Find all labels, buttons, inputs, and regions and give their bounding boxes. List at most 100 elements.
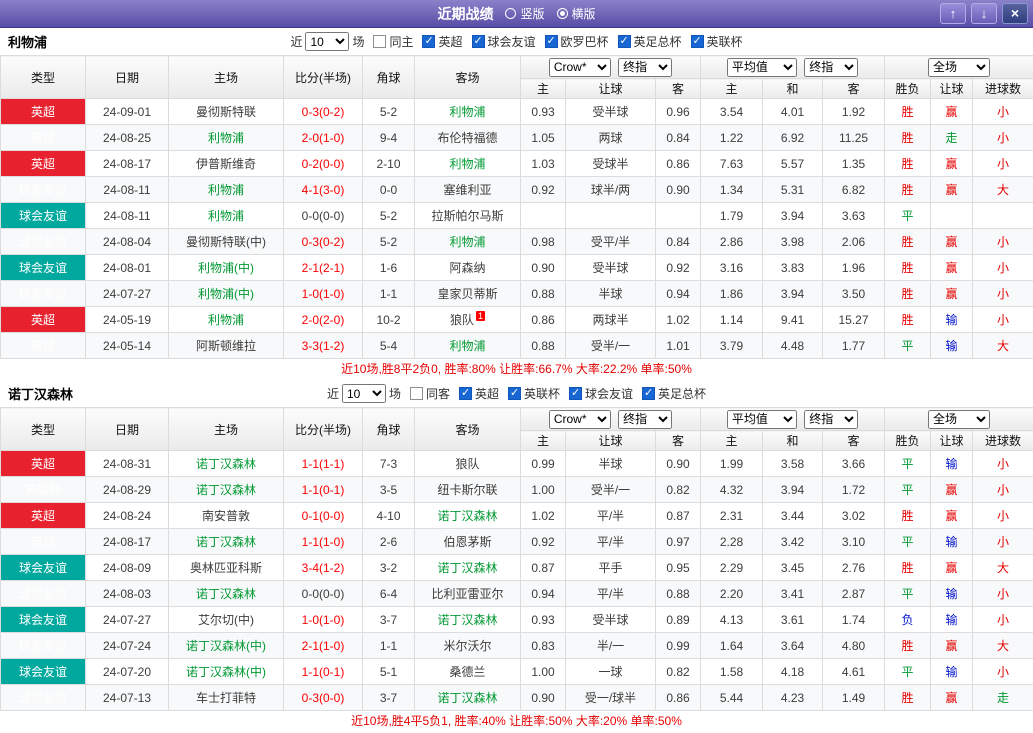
away-team[interactable]: 利物浦 <box>414 98 521 125</box>
asia-home-odds: 0.88 <box>520 332 566 359</box>
result-winlose: 胜 <box>884 502 932 529</box>
scope-select[interactable]: 全场 <box>928 57 991 77</box>
euro-stage-select[interactable]: 终指 <box>804 409 859 429</box>
league-badge: 英超 <box>0 306 86 333</box>
away-team[interactable]: 诺丁汉森林 <box>414 502 521 529</box>
euro-source-select[interactable]: 平均值 <box>726 57 797 77</box>
asia-home-odds: 0.93 <box>520 98 566 125</box>
result-winlose: 胜 <box>884 280 932 307</box>
corners: 3-5 <box>362 476 415 503</box>
col-header-asia-handicap: 让球 <box>565 78 656 99</box>
away-team[interactable]: 利物浦 <box>414 332 521 359</box>
match-row: 球会友谊 24-07-24 诺丁汉森林(中) 2-1(1-0) 1-1 米尔沃尔 0.83 半… <box>0 632 1033 659</box>
away-team[interactable]: 诺丁汉森林 <box>414 684 521 711</box>
home-team[interactable]: 利物浦(中) <box>168 254 284 281</box>
home-team[interactable]: 利物浦 <box>168 202 284 229</box>
away-team[interactable]: 桑德兰 <box>414 658 521 685</box>
match-count-select[interactable]: 10 <box>341 384 386 403</box>
euro-stage-select[interactable]: 终指 <box>804 57 859 77</box>
filter-checkbox[interactable]: 英联杯 <box>690 33 743 50</box>
filter-checkbox[interactable]: 球会友谊 <box>471 33 536 50</box>
away-team[interactable]: 伯恩茅斯 <box>414 528 521 555</box>
filter-checkbox[interactable]: 英超 <box>422 33 463 50</box>
home-team[interactable]: 诺丁汉森林 <box>168 580 284 607</box>
result-winlose: 平 <box>884 202 932 229</box>
asia-home-odds: 0.98 <box>520 228 566 255</box>
away-team[interactable]: 阿森纳 <box>414 254 521 281</box>
asia-home-odds: 1.00 <box>520 658 566 685</box>
home-team[interactable]: 奥林匹亚科斯 <box>168 554 284 581</box>
filter-checkbox[interactable]: 同客 <box>409 385 450 402</box>
asia-stage-select[interactable]: 终指 <box>618 57 673 77</box>
away-team[interactable]: 利物浦 <box>414 228 521 255</box>
filter-checkbox[interactable]: 英足总杯 <box>617 33 682 50</box>
home-team[interactable]: 诺丁汉森林(中) <box>168 632 284 659</box>
home-team[interactable]: 曼彻斯特联(中) <box>168 228 284 255</box>
away-team[interactable]: 皇家贝蒂斯 <box>414 280 521 307</box>
home-team[interactable]: 南安普敦 <box>168 502 284 529</box>
col-header-euro-home: 主 <box>700 78 763 99</box>
euro-draw-odds: 3.98 <box>762 228 823 255</box>
euro-home-odds: 7.63 <box>700 150 763 177</box>
match-date: 24-09-01 <box>85 98 169 125</box>
away-team[interactable]: 塞维利亚 <box>414 176 521 203</box>
away-team[interactable]: 狼队 1 <box>414 306 521 333</box>
home-team[interactable]: 诺丁汉森林(中) <box>168 658 284 685</box>
home-team[interactable]: 诺丁汉森林 <box>168 528 284 555</box>
layout-radio-horizontal[interactable]: 横版 <box>556 5 596 22</box>
col-header-result-winlose: 胜负 <box>884 430 932 451</box>
home-team[interactable]: 诺丁汉森林 <box>168 450 284 477</box>
scope-select[interactable]: 全场 <box>928 409 991 429</box>
filter-checkbox[interactable]: 英足总杯 <box>642 385 706 402</box>
col-header-home: 主场 <box>168 55 284 99</box>
euro-home-odds: 1.86 <box>700 280 763 307</box>
away-team[interactable]: 拉斯帕尔马斯 <box>414 202 521 229</box>
corners: 1-6 <box>362 254 415 281</box>
home-team[interactable]: 利物浦 <box>168 124 284 151</box>
corners: 3-2 <box>362 554 415 581</box>
result-group-header: 全场 <box>884 55 1033 79</box>
home-team[interactable]: 利物浦 <box>168 306 284 333</box>
home-team[interactable]: 艾尔切(中) <box>168 606 284 633</box>
asia-home-odds: 0.94 <box>520 580 566 607</box>
move-up-button[interactable]: ↑ <box>940 3 966 24</box>
home-team[interactable]: 诺丁汉森林 <box>168 476 284 503</box>
bookmaker-select[interactable]: Crow* <box>548 57 611 77</box>
result-handicap: 输 <box>930 528 974 555</box>
euro-away-odds: 2.76 <box>821 554 886 581</box>
home-team[interactable]: 车士打菲特 <box>168 684 284 711</box>
euro-draw-odds: 5.31 <box>762 176 823 203</box>
filter-checkbox[interactable]: 英超 <box>458 385 499 402</box>
away-team[interactable]: 诺丁汉森林 <box>414 606 521 633</box>
home-team[interactable]: 伊普斯维奇 <box>168 150 284 177</box>
result-goals: 大 <box>972 332 1033 359</box>
move-down-button[interactable]: ↓ <box>971 3 997 24</box>
filter-checkbox[interactable]: 英联杯 <box>508 385 560 402</box>
away-team[interactable]: 诺丁汉森林 <box>414 554 521 581</box>
close-button[interactable]: × <box>1002 3 1028 24</box>
euro-source-select[interactable]: 平均值 <box>726 409 797 429</box>
away-team[interactable]: 利物浦 <box>414 150 521 177</box>
bookmaker-select[interactable]: Crow* <box>548 409 611 429</box>
result-winlose: 胜 <box>884 98 932 125</box>
home-team[interactable]: 利物浦 <box>168 176 284 203</box>
match-count-select[interactable]: 10 <box>305 32 350 51</box>
home-team[interactable]: 阿斯顿维拉 <box>168 332 284 359</box>
away-team[interactable]: 布伦特福德 <box>414 124 521 151</box>
filter-checkbox[interactable]: 欧罗巴杯 <box>544 33 609 50</box>
score: 1-0(1-0) <box>283 280 363 307</box>
filter-checkbox[interactable]: 同主 <box>373 33 413 50</box>
euro-away-odds: 2.87 <box>821 580 886 607</box>
euro-draw-odds: 4.48 <box>762 332 823 359</box>
layout-radio-vertical[interactable]: 竖版 <box>505 5 545 22</box>
away-team[interactable]: 狼队 <box>414 450 521 477</box>
home-team[interactable]: 利物浦(中) <box>168 280 284 307</box>
home-team[interactable]: 曼彻斯特联 <box>168 98 284 125</box>
filter-checkbox[interactable]: 球会友谊 <box>569 385 633 402</box>
result-handicap: 输 <box>930 658 974 685</box>
asia-home-odds: 1.03 <box>520 150 566 177</box>
away-team[interactable]: 纽卡斯尔联 <box>414 476 521 503</box>
away-team[interactable]: 米尔沃尔 <box>414 632 521 659</box>
asia-stage-select[interactable]: 终指 <box>618 409 673 429</box>
away-team[interactable]: 比利亚雷亚尔 <box>414 580 521 607</box>
